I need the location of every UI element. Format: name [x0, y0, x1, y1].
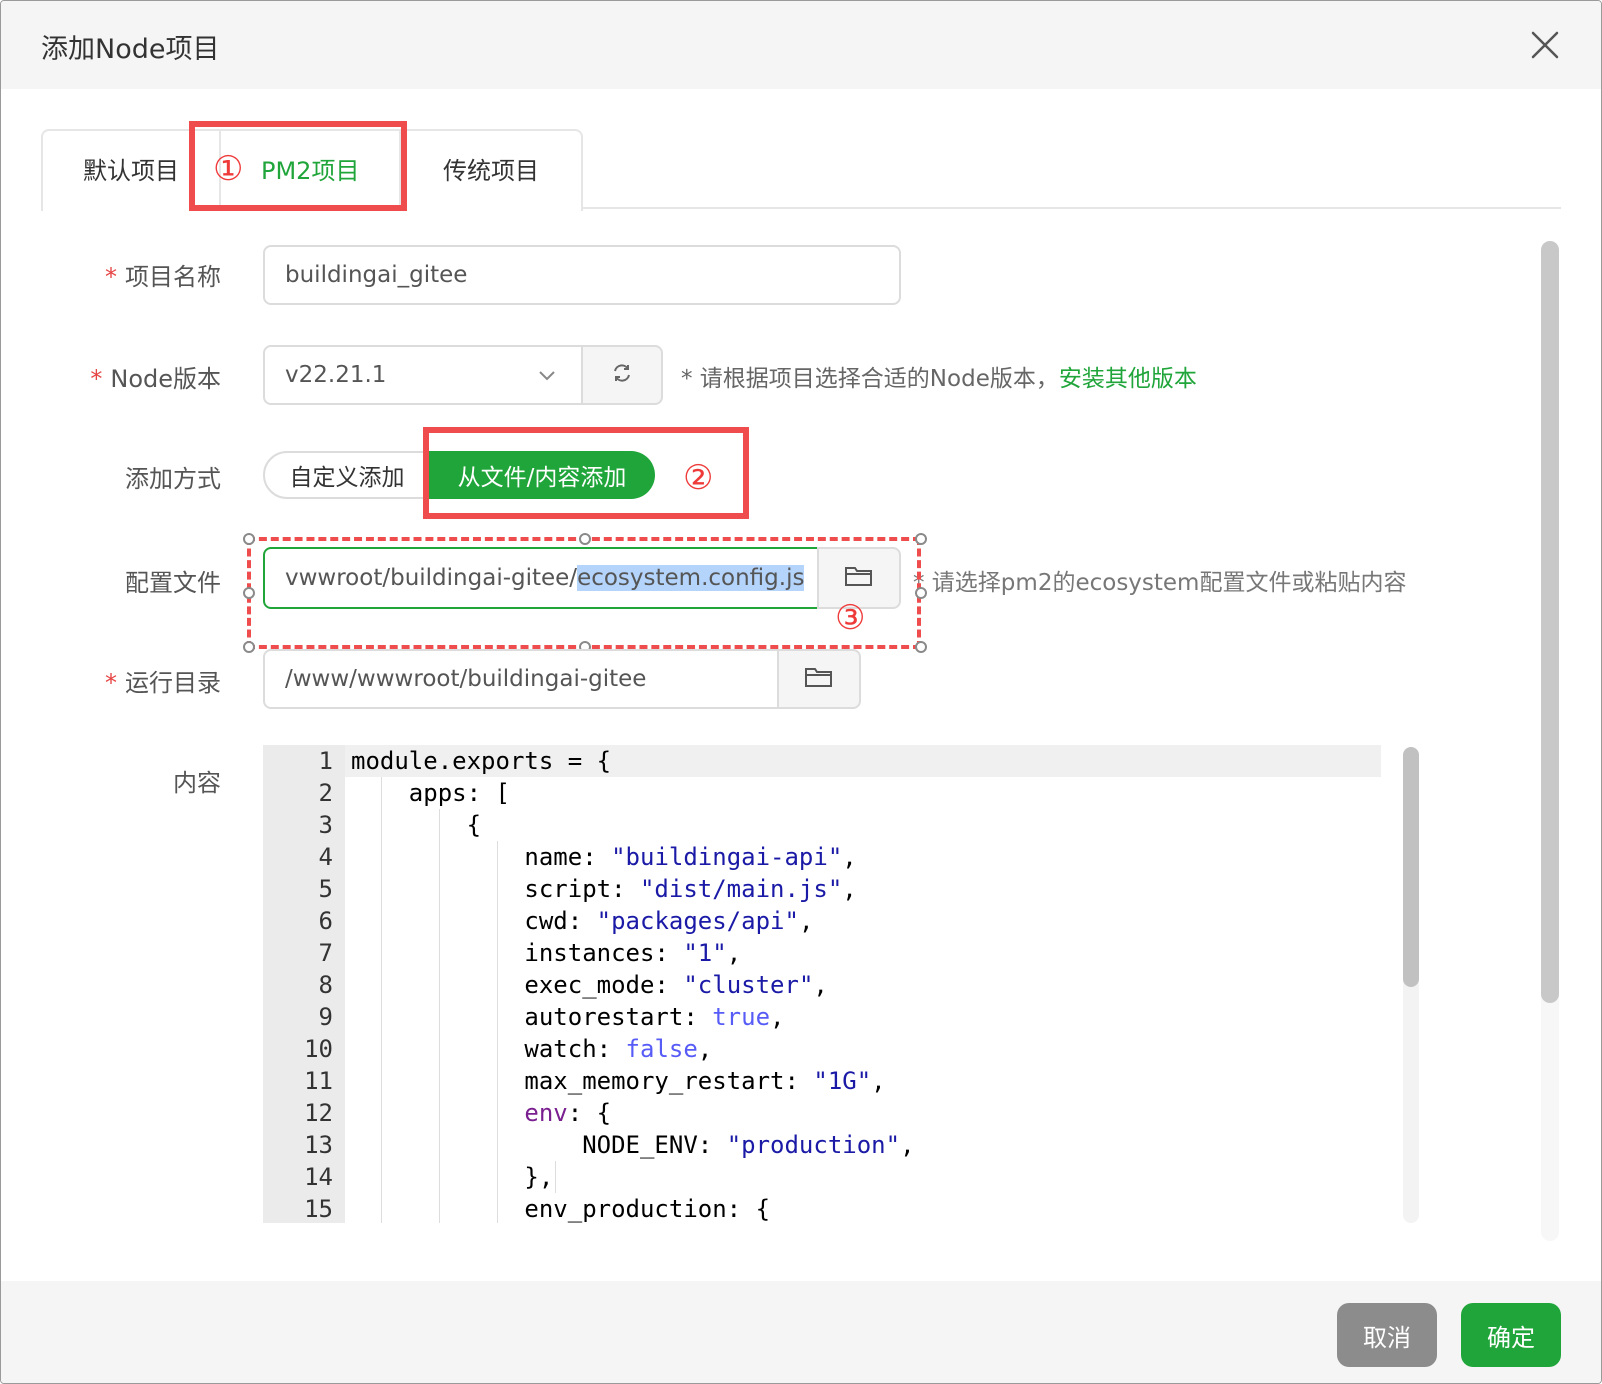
line-number: 14	[304, 1163, 333, 1191]
resize-handle[interactable]	[243, 533, 255, 545]
resize-handle[interactable]	[915, 641, 927, 653]
project-name-label-text: 项目名称	[125, 263, 221, 291]
line-number: 12	[304, 1099, 333, 1127]
config-file-input[interactable]: vwwroot/buildingai-gitee/ecosystem.confi…	[263, 547, 819, 609]
resize-handle[interactable]	[915, 587, 927, 599]
resize-handle[interactable]	[915, 533, 927, 545]
code-text: NODE_ENV: "production",	[351, 1131, 915, 1159]
code-text: env: {	[524, 1099, 612, 1127]
line-number: 1	[318, 747, 333, 775]
run-dir-input[interactable]: /www/wwwroot/buildingai-gitee	[263, 649, 779, 709]
dialog-scrollbar-thumb[interactable]	[1541, 241, 1559, 1003]
chevron-down-icon	[537, 365, 557, 391]
cancel-button[interactable]: 取消	[1337, 1303, 1437, 1367]
code-text: instances: "1",	[351, 939, 742, 967]
line-number: 8	[318, 971, 333, 999]
line-number: 7	[318, 939, 333, 967]
code-text: },	[351, 1163, 554, 1191]
folder-icon	[844, 564, 874, 592]
required-mark: *	[90, 365, 103, 393]
code-editor[interactable]: 1 module.exports = { 2 apps: [ 3 { 4 name…	[263, 745, 1419, 1223]
dialog-header: 添加Node项目	[1, 1, 1601, 89]
line-number: 5	[318, 875, 333, 903]
project-name-input[interactable]: buildingai_gitee	[263, 245, 901, 305]
config-file-path: vwwroot/buildingai-gitee/	[285, 565, 578, 591]
line-number: 9	[318, 1003, 333, 1031]
line-number: 13	[304, 1131, 333, 1159]
annotation-number-1: ①	[213, 149, 244, 189]
code-text: script: "dist/main.js",	[351, 875, 857, 903]
indent-guide	[555, 1161, 556, 1193]
line-number: 15	[304, 1195, 333, 1223]
run-dir-label-text: 运行目录	[125, 669, 221, 697]
line-number: 3	[318, 811, 333, 839]
resize-handle[interactable]	[243, 587, 255, 599]
code-text: name: "buildingai-api",	[351, 843, 857, 871]
resize-handle[interactable]	[243, 641, 255, 653]
dialog-title: 添加Node项目	[41, 34, 220, 65]
config-file-selected-text: ecosystem.config.js	[577, 565, 805, 591]
close-icon[interactable]	[1529, 29, 1561, 61]
run-dir-browse-button[interactable]	[777, 649, 861, 709]
node-version-value: v22.21.1	[285, 362, 387, 388]
node-version-select[interactable]: v22.21.1	[263, 345, 583, 405]
code-text: cwd: "packages/api",	[351, 907, 814, 935]
refresh-button[interactable]	[581, 345, 663, 405]
code-text: exec_mode: "cluster",	[351, 971, 828, 999]
add-method-label: 添加方式	[125, 465, 221, 493]
line-number: 2	[318, 779, 333, 807]
required-mark: *	[105, 263, 117, 291]
tab-separator	[399, 131, 401, 209]
line-number: 11	[304, 1067, 333, 1095]
node-version-hint-text: * 请根据项目选择合适的Node版本，	[681, 366, 1059, 392]
content-label: 内容	[173, 769, 221, 797]
tab-default[interactable]: 默认项目	[83, 151, 179, 186]
node-version-hint: * 请根据项目选择合适的Node版本，安装其他版本	[681, 359, 1197, 393]
dialog: 添加Node项目 默认项目 PM2项目 传统项目 ① * 项目名称 buildin…	[0, 0, 1602, 1384]
tab-pm2[interactable]: PM2项目	[261, 151, 359, 186]
annotation-number-2: ②	[683, 458, 714, 498]
code-text: {	[351, 811, 482, 839]
run-dir-label: * 运行目录	[21, 663, 221, 698]
tab-traditional[interactable]: 传统项目	[443, 151, 539, 186]
line-number: 4	[318, 843, 333, 871]
code-text: watch: false,	[351, 1035, 713, 1063]
refresh-icon	[611, 362, 633, 388]
config-file-hint: * 请选择pm2的ecosystem配置文件或粘贴内容	[913, 570, 1407, 596]
code-text: autorestart: true,	[351, 1003, 785, 1031]
node-version-label: * Node版本	[21, 359, 221, 394]
node-version-label-text: Node版本	[110, 365, 221, 393]
line-number: 10	[304, 1035, 333, 1063]
code-text: module.exports = {	[351, 747, 612, 775]
required-mark: *	[105, 669, 117, 697]
code-text: max_memory_restart: "1G",	[351, 1067, 886, 1095]
folder-icon	[804, 665, 834, 693]
config-file-label: 配置文件	[125, 569, 221, 597]
install-other-version-link[interactable]: 安装其他版本	[1059, 366, 1197, 392]
project-name-label: * 项目名称	[21, 257, 221, 292]
code-scrollbar-thumb[interactable]	[1403, 747, 1419, 987]
line-number: 6	[318, 907, 333, 935]
code-text: apps: [	[351, 779, 510, 807]
add-method-from-file-button[interactable]: 从文件/内容添加	[429, 451, 655, 499]
code-text: env_production: {	[351, 1195, 771, 1223]
resize-handle[interactable]	[579, 533, 591, 545]
add-method-custom-button[interactable]: 自定义添加	[263, 451, 431, 499]
annotation-number-3: ③	[835, 598, 866, 638]
confirm-button[interactable]: 确定	[1461, 1303, 1561, 1367]
